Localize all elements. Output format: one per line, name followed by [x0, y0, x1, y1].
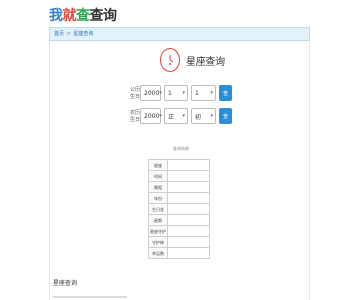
table-row: 星座守护 — [148, 225, 210, 237]
breadcrumb-separator: > — [66, 31, 71, 37]
solar-date-row: 公历生日 2000 ▾ 1 ▾ 1 ▾ 查 — [126, 85, 232, 101]
table-key: 星座守护 — [148, 225, 168, 237]
chevron-down-icon: ▾ — [159, 113, 162, 119]
logo-char-2: 就 — [62, 8, 77, 24]
table-row: 年份 — [148, 192, 210, 204]
table-row: 生日花 — [148, 203, 210, 215]
logo-char-1: 我 — [49, 8, 63, 24]
table-key: 幸运数 — [148, 247, 168, 259]
year-select-value: 2000 — [144, 89, 160, 97]
logo-char-4: 查询 — [89, 8, 118, 24]
month-select[interactable]: 1 ▾ — [164, 85, 188, 101]
section-title: 星座查询 — [53, 280, 78, 287]
lunar-year-select[interactable]: 2000 ▾ — [140, 108, 162, 124]
section-divider — [53, 296, 127, 298]
result-caption: 查询结果 — [173, 146, 189, 151]
page-title: 星座查询 — [186, 56, 225, 68]
breadcrumb-home-link[interactable]: 首页 — [54, 28, 64, 40]
table-key: 守护神 — [148, 236, 168, 248]
lunar-day-select-value: 初 — [195, 113, 202, 121]
table-value — [167, 159, 210, 171]
table-key: 生日花 — [148, 203, 168, 215]
lunar-year-select-value: 2000 — [144, 112, 160, 120]
lunar-month-select-value: 正 — [168, 113, 175, 121]
chevron-down-icon: ▾ — [182, 113, 185, 119]
table-row: 星期 — [148, 214, 210, 226]
table-key: 星座 — [148, 159, 168, 171]
chevron-down-icon: ▾ — [210, 90, 213, 96]
breadcrumb: 首页 > 星座查询 — [49, 27, 310, 41]
table-value — [167, 214, 210, 226]
table-value — [167, 247, 210, 259]
lunar-query-button[interactable]: 查 — [219, 108, 232, 124]
lunar-day-select[interactable]: 初 ▾ — [191, 108, 216, 124]
lunar-date-label: 农历生日 — [129, 110, 140, 123]
table-key: 时间 — [148, 170, 168, 182]
query-button[interactable]: 查 — [219, 85, 232, 101]
site-logo[interactable]: 我 就 查 查询 — [49, 7, 117, 25]
chevron-down-icon: ▾ — [159, 90, 162, 96]
chevron-down-icon: ▾ — [182, 90, 185, 96]
table-value — [167, 203, 210, 215]
table-row: 幸运数 — [148, 247, 210, 259]
table-row: 守护神 — [148, 236, 210, 248]
day-select[interactable]: 1 ▾ — [191, 85, 216, 101]
clock-icon — [160, 48, 180, 72]
table-key: 年份 — [148, 192, 168, 204]
breadcrumb-current: 星座查询 — [73, 31, 94, 37]
lunar-month-select[interactable]: 正 ▾ — [164, 108, 188, 124]
table-row: 时间 — [148, 170, 210, 182]
result-table: 星座 时间 属相 年份 生日花 星期 星座守护 守护神 幸运数 — [148, 159, 210, 259]
table-row: 星座 — [148, 159, 210, 171]
table-key: 星期 — [148, 214, 168, 226]
year-select[interactable]: 2000 ▾ — [140, 85, 162, 101]
table-value — [167, 192, 210, 204]
lunar-date-row: 农历生日 2000 ▾ 正 ▾ 初 ▾ 查 — [126, 108, 232, 124]
logo-char-3: 查 — [76, 8, 90, 24]
page-header: 星座查询 — [160, 48, 225, 72]
table-value — [167, 236, 210, 248]
table-value — [167, 170, 210, 182]
chevron-down-icon: ▾ — [210, 113, 213, 119]
solar-date-label: 公历生日 — [129, 87, 140, 100]
day-select-value: 1 — [195, 89, 199, 97]
table-row: 属相 — [148, 181, 210, 193]
month-select-value: 1 — [168, 89, 172, 97]
table-value — [167, 225, 210, 237]
table-value — [167, 181, 210, 193]
table-key: 属相 — [148, 181, 168, 193]
